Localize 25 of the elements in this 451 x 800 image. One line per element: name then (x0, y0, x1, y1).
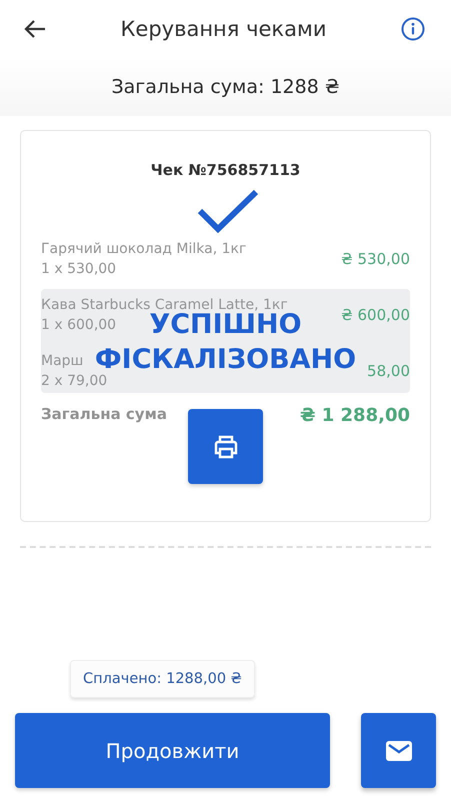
item-name: Гарячий шоколад Milka, 1кг (41, 241, 246, 257)
screen-title: Керування чеками (120, 17, 326, 41)
continue-button[interactable]: Продовжити (15, 713, 330, 788)
back-arrow-icon[interactable] (24, 20, 46, 38)
envelope-icon (386, 740, 412, 760)
item-quantity: 1 x 600,00 (41, 317, 116, 333)
item-quantity: 1 x 530,00 (41, 261, 116, 277)
total-value: ₴ 1 288,00 (300, 405, 410, 426)
info-icon[interactable] (400, 17, 425, 41)
printer-icon (212, 434, 238, 458)
item-quantity: 2 x 79,00 (41, 373, 108, 389)
total-label: Загальна сума (41, 405, 167, 425)
print-button[interactable] (188, 409, 263, 484)
item-name: Кава Starbucks Caramel Latte, 1кг (41, 297, 288, 313)
item-price: 58,00 (367, 362, 410, 380)
paid-amount: Сплачено: 1288,00 ₴ (70, 660, 255, 698)
item-price: ₴ 600,00 (341, 306, 410, 324)
total-amount: Загальна сума: 1288 ₴ (111, 76, 340, 98)
success-status: ФІСКАЛІЗОВАНО (94, 346, 356, 373)
item-price: ₴ 530,00 (341, 250, 410, 268)
checkmark-icon (197, 189, 259, 233)
success-status: УСПІШНО (149, 311, 302, 338)
receipt-number: Чек №756857113 (150, 161, 302, 179)
item-name: Марш (41, 353, 84, 369)
email-button[interactable] (361, 713, 436, 788)
